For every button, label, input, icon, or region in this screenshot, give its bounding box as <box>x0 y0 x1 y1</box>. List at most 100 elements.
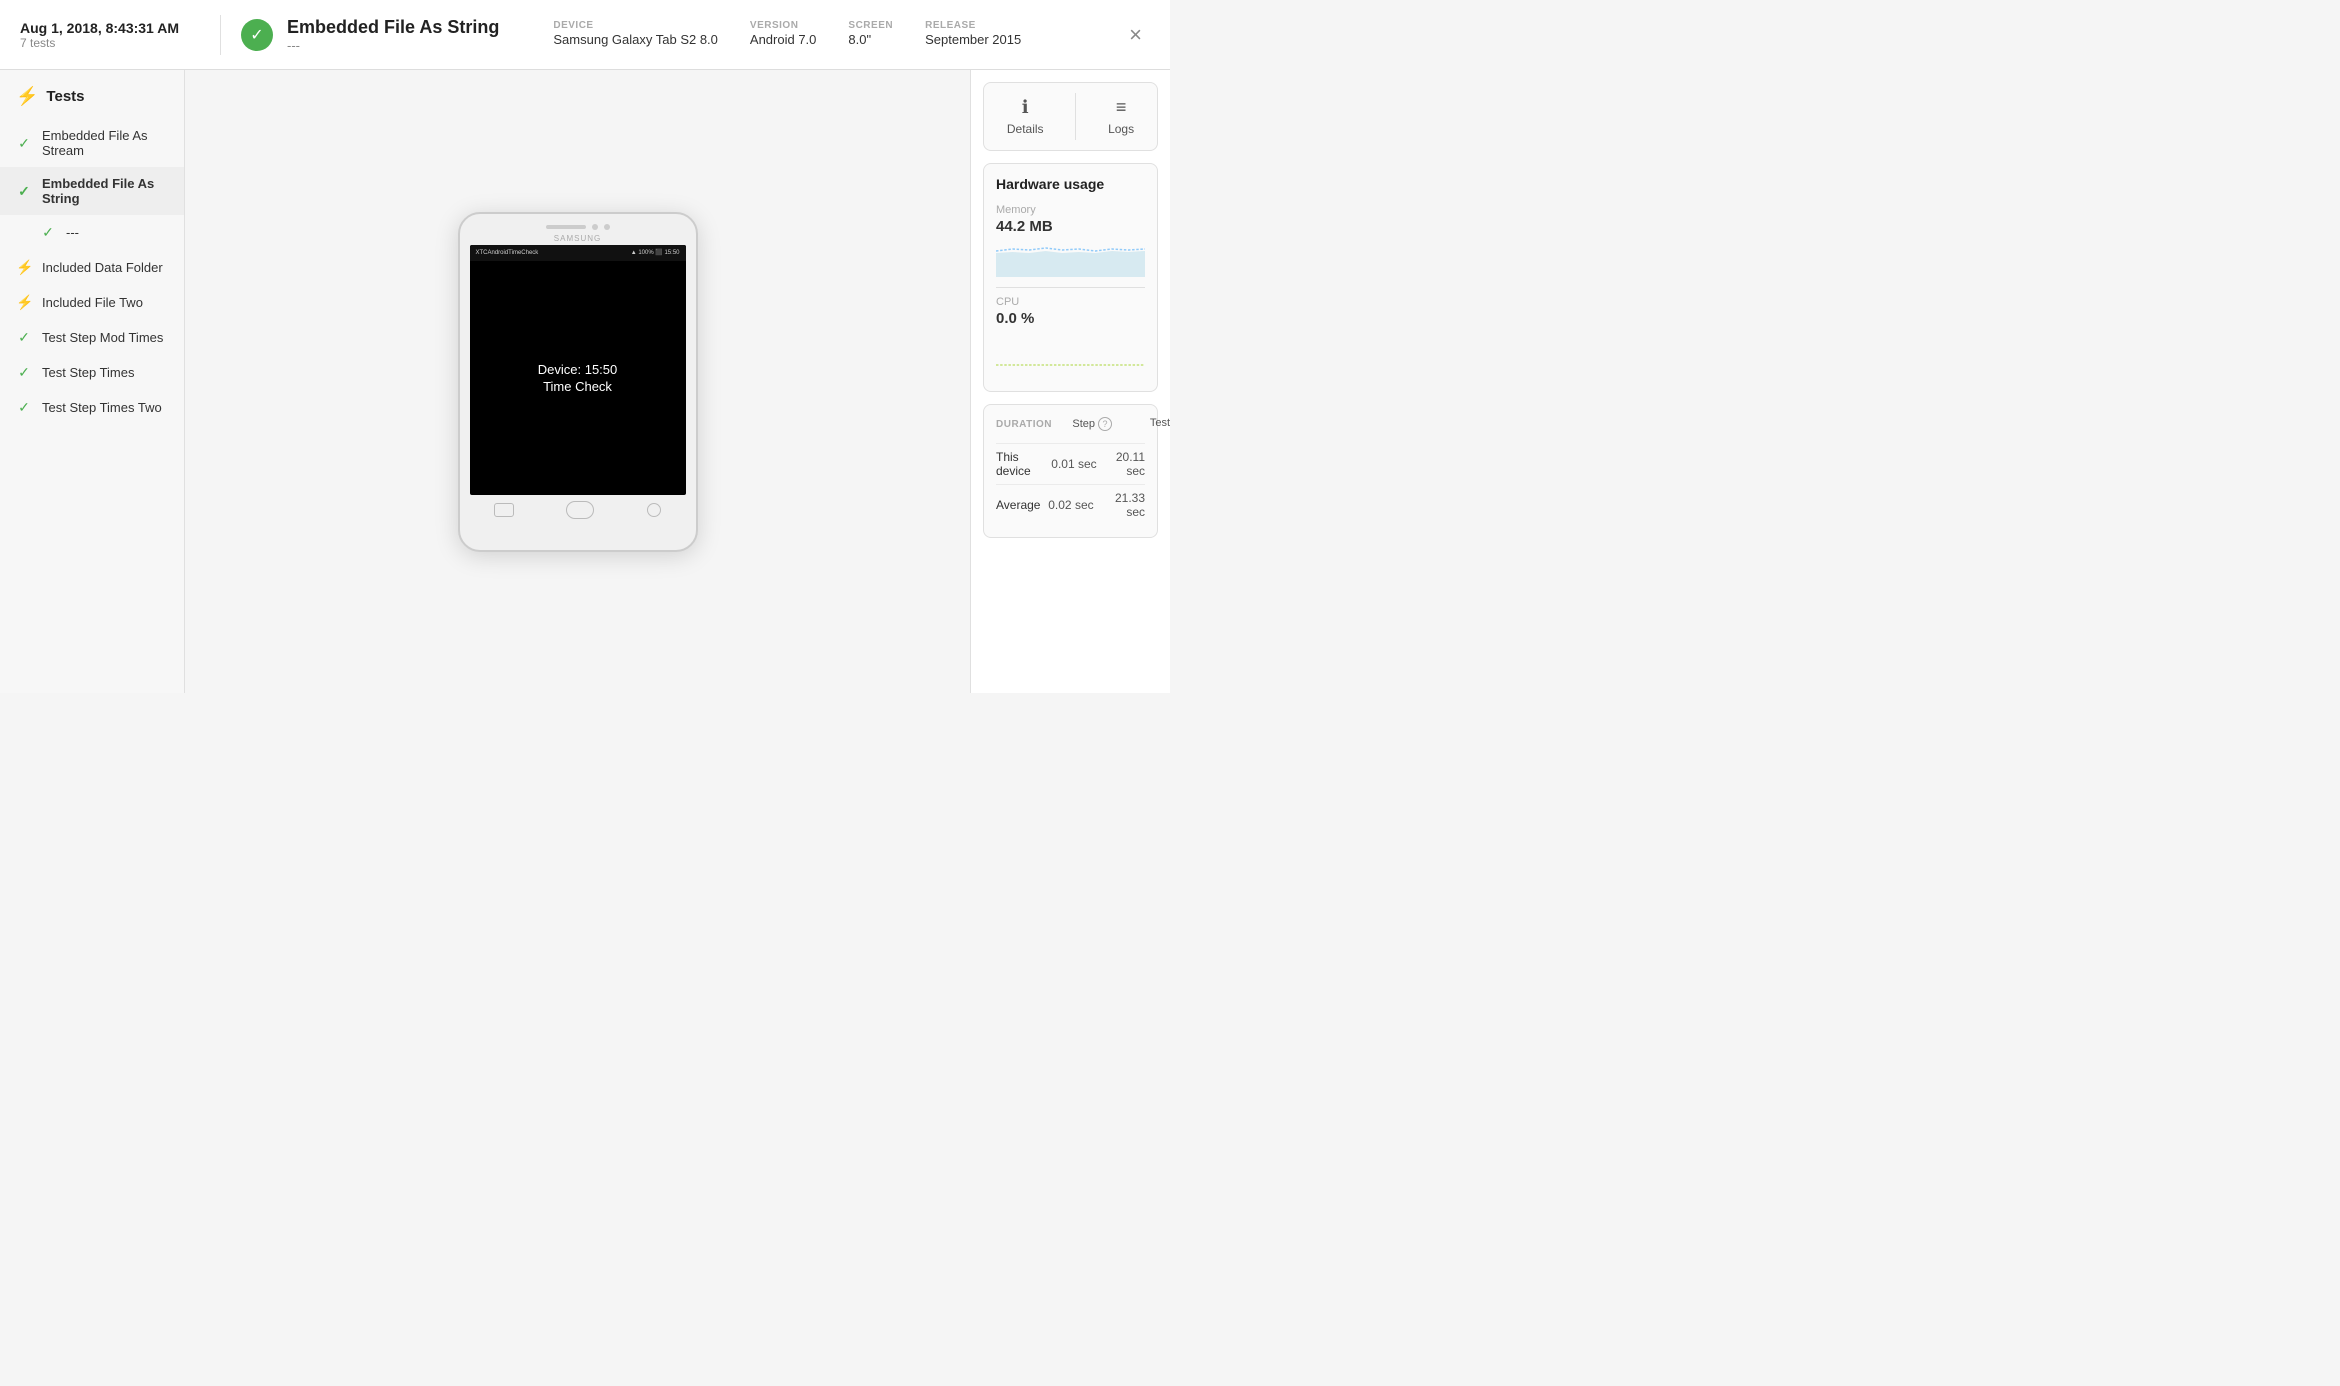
version-label: VERSION <box>750 20 817 31</box>
release-label: RELEASE <box>925 20 1021 31</box>
average-label: Average <box>996 498 1040 512</box>
cpu-chart <box>996 331 1145 369</box>
sidebar-item-included-data-folder[interactable]: ⚡ Included Data Folder <box>0 250 184 285</box>
sidebar: ⚡ Tests ✓ Embedded File As Stream ✓ Embe… <box>0 70 185 693</box>
app-name: XTCAndroidTimeCheck <box>476 250 539 256</box>
pass-icon: ✓ <box>16 329 32 346</box>
header-test-name: Embedded File As String <box>287 17 499 38</box>
header-test-details: Embedded File As String --- <box>287 17 499 53</box>
device-top-bar <box>468 224 688 230</box>
screen-value: 8.0" <box>848 32 871 47</box>
sidebar-item-label: Included Data Folder <box>42 260 163 275</box>
memory-metric: Memory 44.2 MB <box>996 204 1145 277</box>
cpu-label: CPU <box>996 296 1145 308</box>
sidebar-item-label: Embedded File As Stream <box>42 128 168 158</box>
header-divider <box>220 15 221 55</box>
header-datetime: Aug 1, 2018, 8:43:31 AM 7 tests <box>20 20 200 50</box>
header-release: RELEASE September 2015 <box>925 20 1021 49</box>
header-device: DEVICE Samsung Galaxy Tab S2 8.0 <box>553 20 718 49</box>
hardware-title: Hardware usage <box>996 176 1145 192</box>
device-bottom <box>468 495 688 519</box>
duration-row-device: This device 0.01 sec 20.11 sec <box>996 443 1145 484</box>
sidebar-item-label: --- <box>66 225 79 240</box>
device-content: Device: 15:50 Time Check <box>470 261 686 495</box>
duration-row-average: Average 0.02 sec 21.33 sec <box>996 484 1145 525</box>
header-version: VERSION Android 7.0 <box>750 20 817 49</box>
duration-card: DURATION Step ? Test This device 0.01 se… <box>983 404 1158 538</box>
right-panel: ℹ Details ≡ Logs Hardware usage Memory 4… <box>970 70 1170 693</box>
release-value: September 2015 <box>925 32 1021 47</box>
fail-icon: ⚡ <box>16 294 32 311</box>
average-step: 0.02 sec <box>1040 498 1093 512</box>
sidebar-item-label: Test Step Mod Times <box>42 330 163 345</box>
sidebar-item-label: Test Step Times Two <box>42 400 162 415</box>
duration-cols: Step ? Test <box>1052 417 1170 431</box>
device-speaker <box>546 225 586 229</box>
memory-label: Memory <box>996 204 1145 216</box>
sidebar-item-label: Included File Two <box>42 295 143 310</box>
tab-details[interactable]: ℹ Details <box>993 93 1058 140</box>
screen-label: SCREEN <box>848 20 893 31</box>
device-camera <box>592 224 598 230</box>
sidebar-item-embedded-file-string-sub[interactable]: ✓ --- <box>0 215 184 250</box>
device-time: Device: 15:50 <box>538 362 618 377</box>
header-pass-icon: ✓ <box>241 19 273 51</box>
tests-icon: ⚡ <box>16 86 38 107</box>
duration-title: DURATION <box>996 419 1052 430</box>
memory-value: 44.2 MB <box>996 218 1145 235</box>
header-tests-count: 7 tests <box>20 36 200 50</box>
device-back-button <box>494 503 514 517</box>
device-brand: SAMSUNG <box>554 234 601 243</box>
tab-divider <box>1075 93 1076 140</box>
chart-divider <box>996 287 1145 288</box>
close-button[interactable]: × <box>1121 18 1150 52</box>
device-label: DEVICE <box>553 20 718 31</box>
tab-logs-label: Logs <box>1108 122 1134 136</box>
sidebar-header-label: Tests <box>46 88 84 105</box>
sidebar-item-embedded-file-stream[interactable]: ✓ Embedded File As Stream <box>0 119 184 167</box>
device-outer: SAMSUNG XTCAndroidTimeCheck ▲ 100% ⬛ 15:… <box>458 212 698 552</box>
logs-icon: ≡ <box>1116 97 1127 118</box>
cpu-metric: CPU 0.0 % <box>996 296 1145 369</box>
header: Aug 1, 2018, 8:43:31 AM 7 tests ✓ Embedd… <box>0 0 1170 70</box>
header-screen: SCREEN 8.0" <box>848 20 893 49</box>
details-icon: ℹ <box>1022 97 1029 118</box>
device-value: Samsung Galaxy Tab S2 8.0 <box>553 32 718 47</box>
sidebar-item-embedded-file-string[interactable]: ✓ Embedded File As String <box>0 167 184 215</box>
this-device-step: 0.01 sec <box>1047 457 1097 471</box>
this-device-label: This device <box>996 450 1047 478</box>
panel-tabs: ℹ Details ≡ Logs <box>983 82 1158 151</box>
device-mockup: SAMSUNG XTCAndroidTimeCheck ▲ 100% ⬛ 15:… <box>458 212 698 552</box>
status-icons: ▲ 100% ⬛ 15:50 <box>631 249 680 256</box>
pass-icon: ✓ <box>16 183 32 200</box>
center-panel: SAMSUNG XTCAndroidTimeCheck ▲ 100% ⬛ 15:… <box>185 70 970 693</box>
step-help-icon[interactable]: ? <box>1098 417 1112 431</box>
header-meta: DEVICE Samsung Galaxy Tab S2 8.0 VERSION… <box>553 20 1021 49</box>
duration-header: DURATION Step ? Test <box>996 417 1145 431</box>
version-value: Android 7.0 <box>750 32 817 47</box>
tab-details-label: Details <box>1007 122 1044 136</box>
header-date: Aug 1, 2018, 8:43:31 AM <box>20 20 200 36</box>
device-label-text: Time Check <box>543 379 612 394</box>
sidebar-item-test-step-times-two[interactable]: ✓ Test Step Times Two <box>0 390 184 425</box>
main-layout: ⚡ Tests ✓ Embedded File As Stream ✓ Embe… <box>0 70 1170 693</box>
pass-icon: ✓ <box>16 135 32 152</box>
sidebar-header: ⚡ Tests <box>0 86 184 119</box>
pass-icon: ✓ <box>16 399 32 416</box>
device-menu-button <box>647 503 661 517</box>
cpu-value: 0.0 % <box>996 310 1145 327</box>
tab-logs[interactable]: ≡ Logs <box>1094 93 1148 140</box>
step-col-header: Step ? <box>1052 417 1112 431</box>
sidebar-item-test-step-times[interactable]: ✓ Test Step Times <box>0 355 184 390</box>
average-test: 21.33 sec <box>1094 491 1145 519</box>
header-test-info: ✓ Embedded File As String --- DEVICE Sam… <box>241 17 1121 53</box>
step-col-label: Step <box>1072 418 1095 430</box>
device-screen: XTCAndroidTimeCheck ▲ 100% ⬛ 15:50 Devic… <box>470 245 686 495</box>
sidebar-item-included-file-two[interactable]: ⚡ Included File Two <box>0 285 184 320</box>
memory-chart <box>996 239 1145 277</box>
hardware-card: Hardware usage Memory 44.2 MB CPU 0.0 % <box>983 163 1158 392</box>
this-device-test: 20.11 sec <box>1097 450 1145 478</box>
sidebar-item-label: Test Step Times <box>42 365 134 380</box>
fail-icon: ⚡ <box>16 259 32 276</box>
sidebar-item-test-step-mod-times[interactable]: ✓ Test Step Mod Times <box>0 320 184 355</box>
